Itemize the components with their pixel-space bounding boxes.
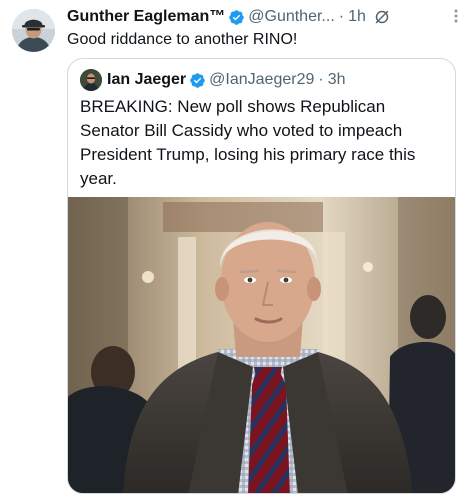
quoted-author-handle[interactable]: @IanJaeger29 <box>209 71 314 89</box>
tweet-text: Good riddance to another RINO! <box>67 31 298 48</box>
author-handle[interactable]: @Gunther... <box>248 8 335 26</box>
quoted-author-avatar[interactable] <box>80 69 102 91</box>
more-options-icon[interactable] <box>449 7 463 25</box>
quoted-tweet-photo[interactable] <box>68 197 455 493</box>
quoted-author-name[interactable]: Ian Jaeger <box>107 71 186 89</box>
quoted-tweet-text: BREAKING: New poll shows Republican Sena… <box>80 97 416 188</box>
verified-badge-icon <box>228 9 245 26</box>
author-avatar[interactable] <box>12 9 55 52</box>
quoted-tweet-timestamp[interactable]: 3h <box>328 71 346 89</box>
quoted-tweet-card[interactable]: Ian Jaeger @IanJaeger29 · 3h BREAKING: N… <box>67 58 456 494</box>
author-name[interactable]: Gunther Eagleman™ <box>67 8 225 26</box>
tweet-header: Gunther Eagleman™ @Gunther... · 1h <box>67 6 459 28</box>
separator-dot: · <box>318 71 324 88</box>
verified-badge-icon <box>189 72 206 89</box>
tweet-timestamp[interactable]: 1h <box>348 8 366 26</box>
quoted-tweet-header: Ian Jaeger @IanJaeger29 · 3h <box>80 68 445 92</box>
separator-dot: · <box>338 8 345 25</box>
tweet[interactable]: Gunther Eagleman™ @Gunther... · 1h Good … <box>0 0 469 500</box>
grok-icon[interactable] <box>374 9 390 25</box>
